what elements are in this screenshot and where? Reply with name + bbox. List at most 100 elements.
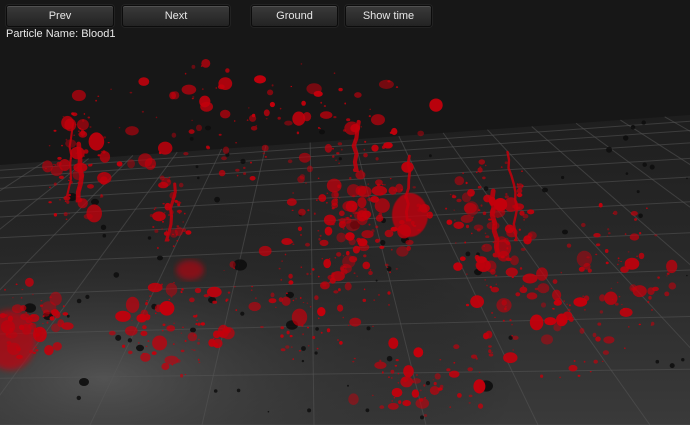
particle-name-label: Particle Name: Blood1 (6, 28, 116, 40)
show-time-button[interactable]: Show time (345, 5, 432, 27)
blood-drop (411, 378, 421, 384)
blood-drop (46, 321, 49, 324)
blood-drop (456, 198, 462, 203)
blood-drop (206, 286, 222, 298)
blood-drop (343, 217, 352, 224)
blood-drop (668, 282, 677, 290)
blood-drop (316, 199, 318, 201)
blood-drop (192, 96, 195, 98)
blood-drop (357, 197, 367, 208)
debris-chunk (189, 137, 194, 141)
blood-drop (191, 349, 193, 351)
debris-chunk (85, 294, 90, 299)
blood-drop (629, 233, 640, 241)
blood-drop (100, 151, 103, 153)
debris-chunk (100, 224, 107, 230)
blood-drop (453, 262, 463, 271)
blood-drop (368, 115, 371, 118)
blood-drop (592, 332, 597, 338)
blood-drop (617, 257, 620, 260)
blood-drop (368, 223, 371, 226)
blood-drop (621, 304, 623, 306)
blood-drop (20, 297, 23, 299)
blood-drop (560, 271, 563, 274)
debris-chunk (240, 311, 245, 316)
blood-drop (526, 292, 538, 300)
blood-drop (74, 123, 77, 126)
blood-drop (168, 177, 171, 179)
blood-drop (477, 167, 483, 173)
blood-drop (371, 229, 375, 233)
blood-drop (48, 201, 52, 204)
blood-drop (32, 293, 34, 296)
blood-drop (298, 152, 311, 163)
debris-chunk (66, 314, 70, 318)
blood-drop (176, 201, 181, 205)
blood-drop (88, 132, 105, 151)
blood-drop (460, 214, 474, 223)
blood-drop (178, 212, 181, 214)
blood-drop (466, 273, 468, 275)
blood-drop (197, 341, 200, 345)
blood-drop (319, 239, 329, 247)
blood-drop (352, 360, 355, 363)
blood-drop (334, 257, 337, 259)
blood-drop (540, 302, 547, 308)
blood-drop (39, 304, 44, 307)
blood-drop (157, 246, 159, 250)
blood-drop (363, 288, 366, 291)
next-button[interactable]: Next (122, 5, 230, 27)
blood-drop (648, 295, 652, 300)
debris-chunk (429, 154, 432, 158)
blood-drop (631, 287, 636, 291)
blood-drop (288, 273, 293, 279)
blood-drop (278, 267, 281, 270)
blood-drop (49, 186, 51, 188)
blood-drop (268, 298, 277, 304)
blood-drop (280, 334, 284, 338)
blood-drop (607, 228, 610, 231)
blood-drop (213, 337, 215, 340)
blood-drop (331, 191, 339, 199)
blood-drop (335, 159, 337, 161)
blood-drop (449, 406, 452, 408)
blood-drop (222, 146, 230, 154)
blood-drop (618, 260, 620, 262)
blood-drop (229, 261, 236, 268)
blood-drop (145, 302, 148, 306)
blood-drop (225, 68, 230, 73)
blood-drop (638, 323, 641, 326)
blood-drop (317, 230, 320, 232)
blood-drop (165, 230, 168, 232)
blood-drop (12, 297, 14, 299)
prev-button[interactable]: Prev (6, 5, 114, 27)
ground-button[interactable]: Ground (251, 5, 338, 27)
debris-chunk (347, 384, 349, 387)
blood-drop (379, 405, 385, 409)
blood-drop (337, 184, 341, 189)
blood-drop (541, 334, 553, 345)
blood-drop (495, 283, 498, 286)
blood-drop (183, 152, 189, 156)
blood-drop (468, 394, 473, 398)
debris-chunk (641, 120, 646, 125)
blood-drop (605, 261, 609, 265)
blood-drop (500, 166, 503, 168)
blood-drop (345, 200, 358, 213)
blood-drop (379, 245, 385, 249)
blood-drop (411, 389, 420, 398)
blood-drop (131, 319, 133, 321)
blood-drop (415, 398, 430, 409)
blood-drop (395, 86, 399, 88)
blood-drop (509, 319, 512, 322)
blood-drop (56, 161, 62, 166)
debris-chunk (465, 251, 471, 257)
blood-drop (161, 330, 164, 332)
blood-drop (381, 371, 384, 374)
blood-drop (338, 288, 341, 292)
blood-drop (176, 225, 180, 228)
blood-drop (248, 301, 261, 312)
blood-drop (194, 287, 202, 294)
blood-drop (59, 199, 61, 201)
debris-chunk (113, 272, 120, 278)
